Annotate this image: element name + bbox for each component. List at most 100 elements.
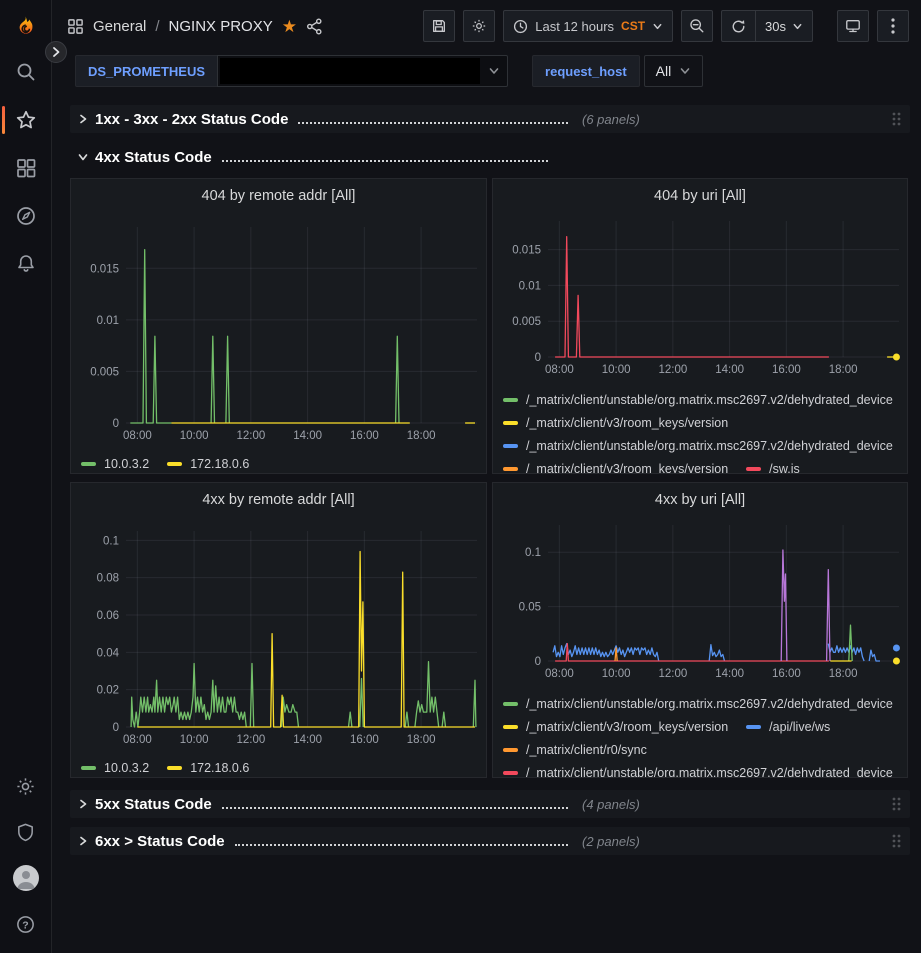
- row-toggle[interactable]: 4xx Status Code: [78, 149, 548, 166]
- svg-text:0.06: 0.06: [97, 610, 119, 622]
- clock-icon: [513, 19, 528, 34]
- legend-item[interactable]: 172.18.0.6: [167, 457, 249, 471]
- panel-title[interactable]: 404 by remote addr [All]: [79, 181, 478, 211]
- row-title-group[interactable]: 4xx Status Code: [78, 149, 212, 166]
- legend-swatch: [503, 444, 518, 448]
- sidebar-item-configuration[interactable]: [0, 771, 52, 801]
- panel-404-by-uri: 404 by uri [All] 08:0010:0012:0014:0016:…: [492, 178, 908, 474]
- row-toggle[interactable]: 5xx Status Code: [78, 796, 568, 813]
- grafana-logo[interactable]: [0, 8, 52, 48]
- chevron-down-icon: [78, 152, 88, 162]
- breadcrumb-folder[interactable]: General: [93, 18, 146, 35]
- leader-dots: [222, 807, 568, 809]
- row-drag-handle[interactable]: [891, 833, 901, 849]
- row-toggle[interactable]: 1xx - 3xx - 2xx Status Code: [78, 111, 568, 128]
- svg-text:18:00: 18:00: [407, 734, 436, 746]
- panel-title[interactable]: 404 by uri [All]: [501, 181, 899, 211]
- sidebar-item-alerting[interactable]: [0, 240, 52, 288]
- timezone-label: CST: [621, 19, 645, 33]
- chevron-right-icon: [78, 114, 88, 124]
- favorite-star-icon[interactable]: ★: [282, 18, 297, 35]
- apps-grid-icon[interactable]: [67, 18, 84, 35]
- zoom-out-time-button[interactable]: [681, 10, 713, 42]
- share-icon[interactable]: [306, 18, 323, 35]
- sidebar-item-help[interactable]: ?: [0, 909, 52, 939]
- sidebar-item-explore[interactable]: [0, 192, 52, 240]
- legend-item[interactable]: /sw.js: [746, 462, 800, 475]
- chart-4xx-by-remote-addr[interactable]: 08:0010:0012:0014:0016:0018:0000.020.040…: [79, 515, 478, 778]
- legend-item[interactable]: /_matrix/client/unstable/org.matrix.msc2…: [503, 766, 893, 779]
- legend-item[interactable]: 172.18.0.6: [167, 761, 249, 775]
- chevron-down-icon: [652, 21, 663, 32]
- svg-text:12:00: 12:00: [236, 734, 265, 746]
- cycle-view-mode-button[interactable]: [837, 10, 869, 42]
- svg-text:10:00: 10:00: [602, 668, 631, 680]
- legend-swatch: [81, 462, 96, 466]
- legend-item[interactable]: /_matrix/client/unstable/org.matrix.msc2…: [503, 439, 893, 453]
- svg-text:0: 0: [113, 418, 119, 430]
- legend-item[interactable]: 10.0.3.2: [81, 761, 149, 775]
- row-drag-handle[interactable]: [891, 796, 901, 812]
- chevron-right-icon: [78, 836, 88, 846]
- chart-4xx-by-uri[interactable]: 08:0010:0012:0014:0016:0018:0000.050.1/_…: [501, 515, 899, 778]
- row-header-6xx: 6xx > Status Code (2 panels): [70, 827, 910, 855]
- svg-text:16:00: 16:00: [350, 734, 379, 746]
- chart-404-by-remote-addr[interactable]: 08:0010:0012:0014:0016:0018:0000.0050.01…: [79, 211, 478, 474]
- chevron-down-icon: [679, 65, 691, 77]
- legend-item[interactable]: /_matrix/client/v3/room_keys/version: [503, 720, 728, 734]
- row-title: 6xx > Status Code: [95, 833, 225, 850]
- svg-text:10:00: 10:00: [602, 364, 631, 376]
- sidebar-expand-button[interactable]: [45, 41, 67, 63]
- legend-item[interactable]: /api/live/ws: [746, 720, 830, 734]
- chart-404-by-uri[interactable]: 08:0010:0012:0014:0016:0018:0000.0050.01…: [501, 211, 899, 474]
- sidebar-item-search[interactable]: [0, 48, 52, 96]
- legend-item[interactable]: /_matrix/client/v3/room_keys/version: [503, 462, 728, 475]
- legend-label: 172.18.0.6: [190, 457, 249, 471]
- legend-swatch: [503, 467, 518, 471]
- legend-row: /_matrix/client/unstable/org.matrix.msc2…: [503, 434, 899, 457]
- row-header-1xx-3xx-2xx: 1xx - 3xx - 2xx Status Code (6 panels): [70, 105, 910, 133]
- legend-label: /_matrix/client/v3/room_keys/version: [526, 416, 728, 430]
- legend-swatch: [503, 421, 518, 425]
- save-dashboard-button[interactable]: [423, 10, 455, 42]
- row-title-group[interactable]: 5xx Status Code: [78, 796, 212, 813]
- time-range-picker[interactable]: Last 12 hours CST: [503, 10, 673, 42]
- svg-text:0.005: 0.005: [512, 316, 541, 328]
- legend-item[interactable]: /_matrix/client/r0/sync: [503, 743, 647, 757]
- dashboard-content: 1xx - 3xx - 2xx Status Code (6 panels) 4…: [53, 105, 921, 855]
- sidebar-item-profile[interactable]: [0, 863, 52, 893]
- legend-item[interactable]: /_matrix/client/unstable/org.matrix.msc2…: [503, 697, 893, 711]
- legend-item[interactable]: 10.0.3.2: [81, 457, 149, 471]
- legend-row: 10.0.3.2 172.18.0.6: [81, 452, 478, 474]
- svg-text:0.1: 0.1: [103, 535, 119, 547]
- sidebar-item-dashboards[interactable]: [0, 144, 52, 192]
- sidebar-item-starred[interactable]: [0, 96, 52, 144]
- refresh-interval-dropdown[interactable]: 30s: [756, 11, 812, 41]
- panel-title[interactable]: 4xx by remote addr [All]: [79, 485, 478, 515]
- legend-label: /_matrix/client/unstable/org.matrix.msc2…: [526, 439, 893, 453]
- kebab-menu-button[interactable]: [877, 10, 909, 42]
- legend-item[interactable]: /_matrix/client/v3/room_keys/version: [503, 416, 728, 430]
- panel-4xx-by-uri: 4xx by uri [All] 08:0010:0012:0014:0016:…: [492, 482, 908, 778]
- svg-text:12:00: 12:00: [658, 364, 687, 376]
- refresh-button[interactable]: [722, 11, 755, 41]
- legend-label: /_matrix/client/unstable/org.matrix.msc2…: [526, 766, 893, 779]
- legend-row: /_matrix/client/r0/sync: [503, 738, 899, 761]
- row-drag-handle[interactable]: [891, 111, 901, 127]
- panel-legend: 10.0.3.2 172.18.0.6: [79, 451, 478, 474]
- sidebar-item-server-admin[interactable]: [0, 817, 52, 847]
- chevron-right-icon: [78, 799, 88, 809]
- row-toggle[interactable]: 6xx > Status Code: [78, 833, 568, 850]
- svg-text:08:00: 08:00: [545, 364, 574, 376]
- row-title-group[interactable]: 6xx > Status Code: [78, 833, 225, 850]
- svg-text:16:00: 16:00: [772, 668, 801, 680]
- svg-text:18:00: 18:00: [829, 364, 858, 376]
- shield-icon: [15, 822, 36, 843]
- request-host-variable-select[interactable]: All: [644, 55, 704, 87]
- legend-item[interactable]: /_matrix/client/unstable/org.matrix.msc2…: [503, 393, 893, 407]
- dashboard-settings-button[interactable]: [463, 10, 495, 42]
- row-title-group[interactable]: 1xx - 3xx - 2xx Status Code: [78, 111, 288, 128]
- panel-title[interactable]: 4xx by uri [All]: [501, 485, 899, 515]
- svg-text:18:00: 18:00: [829, 668, 858, 680]
- datasource-variable-select[interactable]: [217, 55, 508, 87]
